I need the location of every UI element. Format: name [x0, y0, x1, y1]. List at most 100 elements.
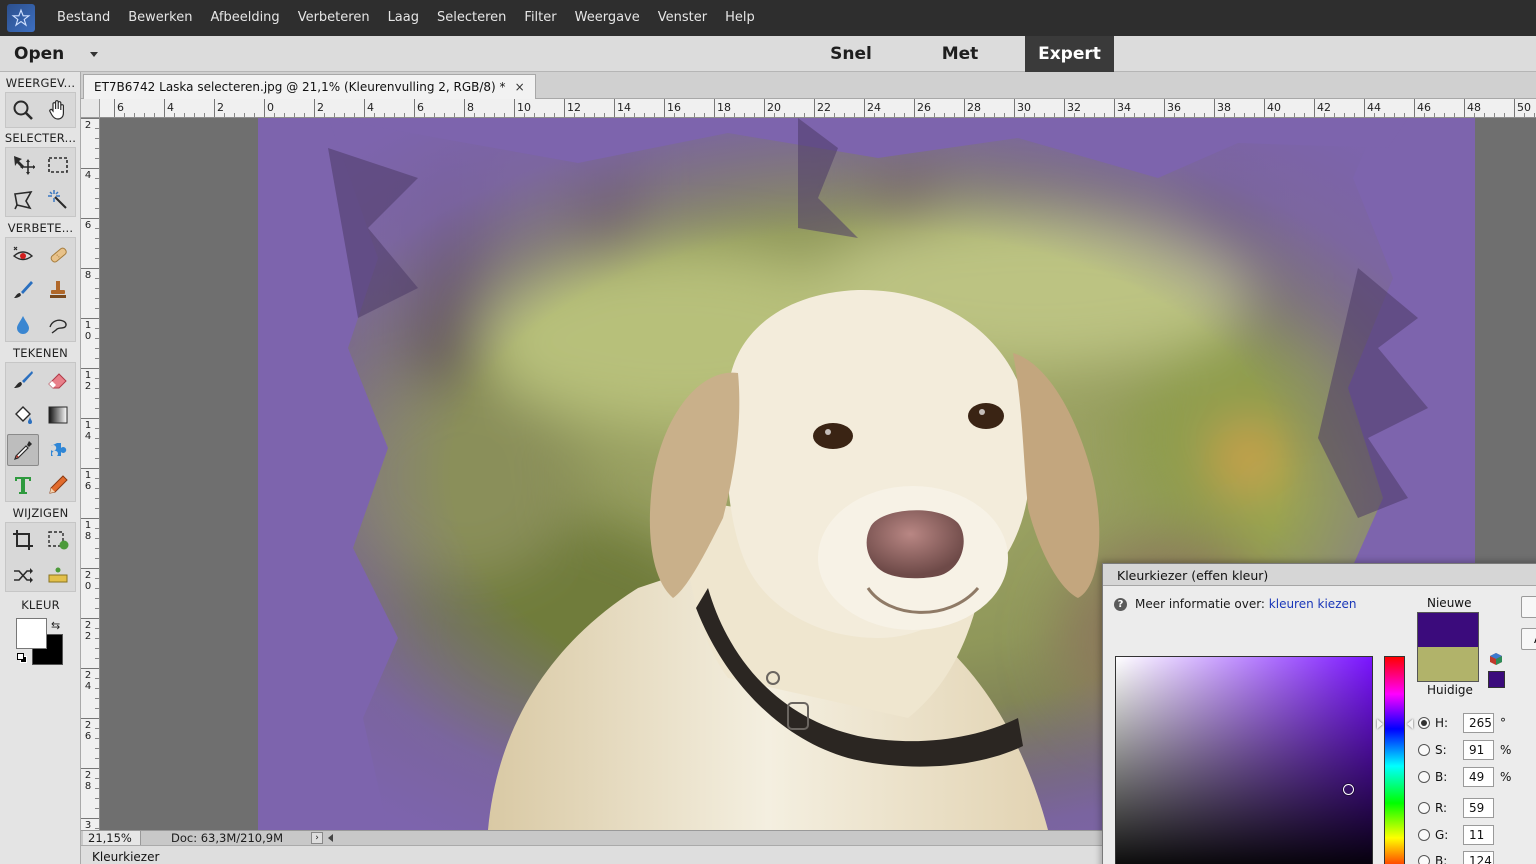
menu-afbeelding[interactable]: Afbeelding	[201, 0, 288, 36]
cube-icon[interactable]	[1489, 652, 1503, 666]
document-tab[interactable]: ET7B6742 Laska selecteren.jpg @ 21,1% (K…	[83, 74, 536, 99]
lasso-icon[interactable]	[7, 184, 39, 216]
menu-weergave[interactable]: Weergave	[566, 0, 649, 36]
ruler-major-tick	[81, 118, 99, 119]
pencil-icon[interactable]	[42, 469, 74, 501]
ruler-major-tick	[314, 99, 315, 117]
saturation-brightness-field[interactable]	[1115, 656, 1373, 864]
straighten-icon[interactable]	[42, 559, 74, 591]
ruler-minor-tick	[95, 748, 99, 749]
spot-healing-icon[interactable]	[42, 239, 74, 271]
menu-verbeteren[interactable]: Verbeteren	[289, 0, 379, 36]
menu-help[interactable]: Help	[716, 0, 764, 36]
current-color-swatch[interactable]	[1417, 647, 1479, 682]
content-aware-move-icon[interactable]	[7, 559, 39, 591]
h-field[interactable]: 265	[1463, 713, 1494, 733]
default-colors-icon[interactable]	[17, 653, 27, 663]
foreground-color-swatch[interactable]	[16, 618, 47, 649]
ruler-origin[interactable]	[81, 99, 100, 118]
radio-g[interactable]	[1418, 829, 1430, 841]
ruler-vertical[interactable]: 2 4 6 8 10 12 14 16 18 20 22 24 26 28 3	[81, 118, 100, 830]
status-menu-arrow-icon[interactable]: ›	[311, 832, 323, 844]
radio-h[interactable]	[1418, 717, 1430, 729]
crop-icon[interactable]	[7, 524, 39, 556]
help-link[interactable]: kleuren kiezen	[1269, 597, 1357, 611]
ok-button[interactable]	[1521, 596, 1536, 618]
ruler-minor-tick	[95, 738, 99, 739]
ruler-label: 14	[84, 420, 92, 442]
radio-s[interactable]	[1418, 744, 1430, 756]
tab-met-instructies[interactable]: Met instructies	[896, 36, 1024, 100]
ruler-horizontal[interactable]: 6 4 2 0 2 4 6 8 10 12 14 16 18 20 22 24 26 28 30 32 34 36 38 40…	[100, 99, 1536, 118]
hue-slider[interactable]	[1384, 656, 1405, 864]
menu-bewerken[interactable]: Bewerken	[119, 0, 201, 36]
ruler-minor-tick	[1224, 113, 1225, 117]
blue-field[interactable]: 124	[1463, 851, 1494, 864]
radio-r[interactable]	[1418, 802, 1430, 814]
zoom-field[interactable]: 21,15%	[83, 831, 141, 846]
ruler-minor-tick	[1174, 113, 1175, 117]
smart-brush-icon[interactable]	[7, 274, 39, 306]
ruler-minor-tick	[95, 548, 99, 549]
blur-icon[interactable]	[7, 309, 39, 341]
group-tekenen	[5, 362, 76, 502]
ruler-minor-tick	[1434, 113, 1435, 117]
ruler-label: 4	[84, 170, 92, 181]
color-swatches[interactable]: ⇆	[15, 617, 65, 667]
hue-slider-arrow-left-icon[interactable]	[1377, 719, 1383, 729]
clone-stamp-icon[interactable]	[42, 274, 74, 306]
ruler-major-tick	[614, 99, 615, 117]
panel-label[interactable]: Kleurkiezer	[92, 850, 159, 864]
app-logo-icon[interactable]	[7, 4, 35, 32]
move-icon[interactable]	[7, 149, 39, 181]
radio-b[interactable]	[1418, 771, 1430, 783]
scroll-left-icon[interactable]	[328, 834, 333, 842]
help-icon: ?	[1114, 598, 1127, 611]
swap-colors-icon[interactable]: ⇆	[51, 619, 60, 632]
red-eye-icon[interactable]	[7, 239, 39, 271]
menu-venster[interactable]: Venster	[649, 0, 716, 36]
s-field[interactable]: 91	[1463, 740, 1494, 760]
r-field[interactable]: 59	[1463, 798, 1494, 818]
paint-bucket-icon[interactable]	[7, 399, 39, 431]
tab-snel[interactable]: Snel	[818, 36, 884, 72]
ruler-label: 18	[84, 520, 92, 542]
tab-expert[interactable]: Expert	[1025, 36, 1114, 72]
magic-wand-icon[interactable]	[42, 184, 74, 216]
text-icon[interactable]	[7, 469, 39, 501]
zoom-icon[interactable]	[7, 94, 39, 126]
cancel-button[interactable]: A	[1521, 628, 1536, 650]
dialog-title[interactable]: Kleurkiezer (effen kleur)	[1103, 564, 1536, 586]
ruler-label: 22	[84, 620, 92, 642]
recompose-icon[interactable]	[42, 524, 74, 556]
ruler-minor-tick	[424, 113, 425, 117]
close-icon[interactable]: ×	[515, 80, 525, 94]
chevron-down-icon[interactable]	[90, 51, 99, 57]
eyedropper-icon[interactable]	[7, 434, 39, 466]
marquee-icon[interactable]	[42, 149, 74, 181]
eraser-icon[interactable]	[42, 364, 74, 396]
hand-icon[interactable]	[42, 94, 74, 126]
ruler-minor-tick	[95, 658, 99, 659]
brush-icon[interactable]	[7, 364, 39, 396]
smudge-icon[interactable]	[42, 309, 74, 341]
websafe-color-swatch[interactable]	[1488, 671, 1505, 688]
ruler-minor-tick	[674, 113, 675, 117]
channel-r-label: R:	[1435, 801, 1448, 815]
shape-icon[interactable]	[42, 434, 74, 466]
menu-filter[interactable]: Filter	[515, 0, 565, 36]
ruler-minor-tick	[1454, 113, 1455, 117]
menu-bestand[interactable]: Bestand	[48, 0, 119, 36]
color-marker[interactable]	[1343, 784, 1354, 795]
hue-slider-arrow-right-icon[interactable]	[1407, 719, 1413, 729]
menu-selecteren[interactable]: Selecteren	[428, 0, 515, 36]
ruler-minor-tick	[574, 113, 575, 117]
b-field[interactable]: 49	[1463, 767, 1494, 787]
gradient-icon[interactable]	[42, 399, 74, 431]
ruler-minor-tick	[354, 113, 355, 117]
menu-laag[interactable]: Laag	[379, 0, 428, 36]
open-button[interactable]: Open	[14, 36, 99, 72]
radio-blue[interactable]	[1418, 855, 1430, 864]
g-field[interactable]: 11	[1463, 825, 1494, 845]
ruler-major-tick	[81, 168, 99, 169]
